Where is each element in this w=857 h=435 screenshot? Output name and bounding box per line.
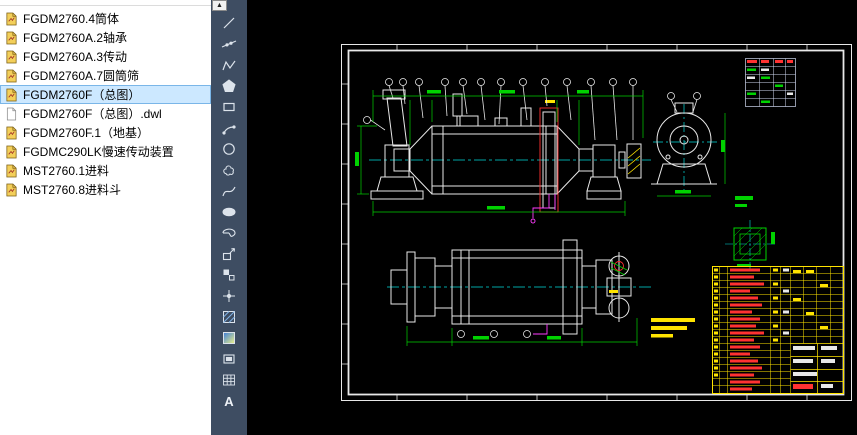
revision-cloud-icon — [223, 165, 234, 176]
drawing-canvas[interactable] — [247, 0, 857, 435]
title-block-text — [783, 268, 837, 388]
tool-multiline-text-button[interactable]: A — [220, 392, 238, 410]
tool-hatch-button[interactable] — [220, 308, 238, 326]
tool-line-button[interactable] — [220, 14, 238, 32]
dwg-file-icon — [5, 183, 18, 197]
tool-ellipse-arc-button[interactable] — [220, 224, 238, 242]
tool-polyline-button[interactable] — [220, 56, 238, 74]
file-label: FGDM2760A.2轴承 — [23, 31, 128, 45]
tool-point-button[interactable] — [220, 287, 238, 305]
file-label: FGDM2760A.3传动 — [23, 50, 128, 64]
file-list-item[interactable]: FGDM2760A.3传动 — [0, 47, 211, 66]
file-list-item-selected[interactable]: FGDM2760F（总图） — [0, 85, 211, 104]
file-list-item[interactable]: FGDM2760.4筒体 — [0, 9, 211, 28]
gradient-icon — [223, 332, 235, 344]
end-view — [651, 92, 726, 197]
callout-balloons — [363, 78, 637, 141]
file-list-panel: FGDM2760.4筒体 FGDM2760A.2轴承 FGDM2760A.3传动… — [0, 0, 211, 435]
point-icon — [223, 290, 235, 302]
ellipse-icon — [222, 207, 236, 217]
polyline-icon — [222, 60, 236, 71]
file-list-item[interactable]: FGDM2760A.2轴承 — [0, 28, 211, 47]
notes-text — [651, 318, 695, 338]
dwl-file-icon — [5, 107, 18, 121]
dwg-file-icon — [5, 88, 18, 102]
multiline-text-icon: A — [224, 394, 234, 409]
sheet-frame — [341, 44, 852, 401]
toolbar-scroll-up-button[interactable]: ▲ — [212, 0, 227, 11]
tool-ellipse-button[interactable] — [220, 203, 238, 221]
circle-icon — [223, 143, 235, 155]
rectangle-icon — [223, 102, 235, 112]
file-label: FGDMC290LK慢速传动装置 — [23, 145, 174, 159]
construction-line-icon — [221, 40, 237, 48]
tool-rectangle-button[interactable] — [220, 98, 238, 116]
front-view-dimensions — [355, 90, 644, 216]
tool-construction-line-button[interactable] — [220, 35, 238, 53]
line-icon — [223, 17, 235, 29]
bom-title-block — [712, 266, 844, 394]
detail-view — [725, 196, 777, 270]
plan-view — [387, 239, 651, 346]
hatch-icon — [223, 311, 235, 323]
draw-toolbar: ▲ A — [211, 0, 247, 435]
ellipse-arc-icon — [222, 228, 236, 238]
dwg-file-icon — [5, 126, 18, 140]
file-label: FGDM2760A.7圆筒筛 — [23, 69, 140, 83]
svg-text:A: A — [224, 394, 234, 409]
file-list-item[interactable]: FGDMC290LK慢速传动装置 — [0, 142, 211, 161]
polygon-icon — [222, 79, 236, 92]
tool-arc-button[interactable] — [220, 119, 238, 137]
dwg-file-icon — [5, 50, 18, 64]
parameter-table — [745, 58, 796, 107]
tool-revision-cloud-button[interactable] — [220, 161, 238, 179]
file-list-item[interactable]: FGDM2760F.1（地基） — [0, 123, 211, 142]
dwg-file-icon — [5, 164, 18, 178]
tool-polygon-button[interactable] — [220, 77, 238, 95]
insert-block-icon — [222, 247, 236, 261]
tool-spline-button[interactable] — [220, 182, 238, 200]
file-label: FGDM2760F.1（地基） — [23, 126, 150, 140]
dwg-file-icon — [5, 31, 18, 45]
file-label: FGDM2760.4筒体 — [23, 12, 120, 26]
dwg-file-icon — [5, 69, 18, 83]
tool-region-button[interactable] — [220, 350, 238, 368]
file-list-item[interactable]: MST2760.8进料斗 — [0, 180, 211, 199]
tool-table-button[interactable] — [220, 371, 238, 389]
file-list-item[interactable]: MST2760.1进料 — [0, 161, 211, 180]
cad-application-window: FGDM2760.4筒体 FGDM2760A.2轴承 FGDM2760A.3传动… — [0, 0, 857, 435]
tool-insert-block-button[interactable] — [220, 245, 238, 263]
spline-icon — [222, 186, 236, 197]
make-block-icon — [223, 269, 235, 281]
region-icon — [223, 354, 235, 364]
front-elevation-view — [355, 78, 651, 224]
dwg-file-icon — [5, 145, 18, 159]
file-label: MST2760.8进料斗 — [23, 183, 122, 197]
tool-gradient-button[interactable] — [220, 329, 238, 347]
drawing-sheet-svg — [341, 44, 852, 401]
dwg-file-icon — [5, 12, 18, 26]
file-label: FGDM2760F（总图）.dwl — [23, 107, 162, 121]
draw-toolbar-buttons: A — [211, 14, 247, 410]
panel-divider — [0, 5, 211, 6]
table-icon — [223, 374, 235, 386]
file-label: MST2760.1进料 — [23, 164, 110, 178]
arc-icon — [222, 125, 236, 135]
file-list-item[interactable]: FGDM2760F（总图）.dwl — [0, 104, 211, 123]
file-label: FGDM2760F（总图） — [23, 88, 141, 102]
tool-make-block-button[interactable] — [220, 266, 238, 284]
file-list-item[interactable]: FGDM2760A.7圆筒筛 — [0, 66, 211, 85]
tool-circle-button[interactable] — [220, 140, 238, 158]
